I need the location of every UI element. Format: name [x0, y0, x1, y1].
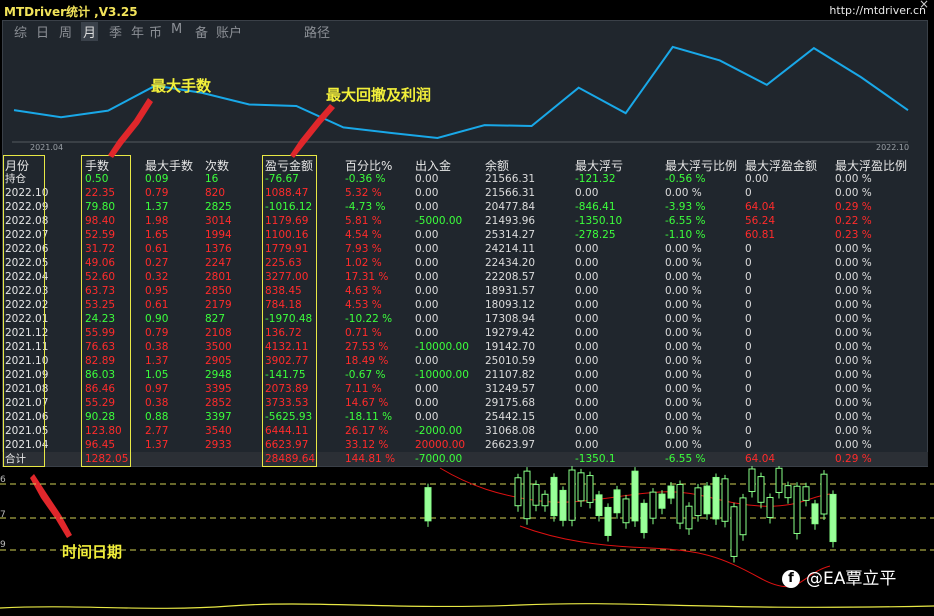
candle	[793, 485, 801, 535]
candle	[739, 497, 747, 536]
candle	[532, 483, 540, 506]
arrow-max-drawdown	[290, 104, 335, 158]
candle	[568, 469, 576, 521]
candle	[667, 485, 675, 499]
candle	[820, 473, 828, 515]
candle	[514, 477, 522, 507]
candle	[640, 502, 648, 534]
candle	[784, 485, 792, 499]
candle	[766, 496, 774, 518]
candle	[523, 470, 531, 520]
candle	[631, 470, 639, 522]
candle	[775, 467, 783, 493]
price-label: 7	[0, 510, 6, 520]
candle	[559, 489, 567, 521]
candle	[802, 486, 810, 501]
annotation-max-drawdown: 最大回撤及利润	[326, 86, 432, 104]
candle	[703, 485, 711, 515]
price-label: 6	[0, 475, 6, 485]
candle	[595, 494, 603, 517]
candle	[694, 487, 702, 517]
candle	[712, 476, 720, 520]
candle	[748, 468, 756, 493]
arrow-max-lots	[108, 98, 153, 158]
candle	[811, 503, 819, 525]
candle	[649, 491, 657, 519]
candle	[424, 487, 432, 522]
annotation-max-lots: 最大手数	[151, 77, 212, 95]
candle	[721, 478, 729, 522]
candle	[730, 506, 738, 557]
candle	[829, 493, 837, 543]
candle	[676, 483, 684, 524]
facebook-icon: f	[782, 570, 800, 588]
candle	[658, 493, 666, 509]
candle	[613, 489, 621, 514]
candle	[586, 475, 594, 503]
candle	[550, 476, 558, 517]
candle	[541, 493, 549, 507]
candle	[604, 506, 612, 536]
candle	[685, 505, 693, 530]
price-label: 9	[0, 540, 6, 550]
indicator-subchart	[0, 594, 934, 616]
watermark-text: @EA覃立平	[806, 569, 897, 589]
watermark: f @EA覃立平	[782, 564, 896, 589]
candle	[757, 476, 765, 503]
candle	[622, 498, 630, 524]
candle	[577, 472, 585, 502]
